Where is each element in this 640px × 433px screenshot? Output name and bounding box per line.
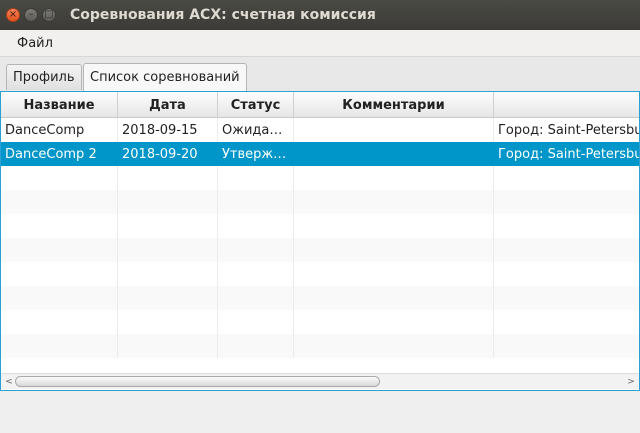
maximize-window-button[interactable]: □ — [42, 8, 56, 22]
empty-row — [1, 238, 639, 262]
cell-date: 2018-09-15 — [118, 118, 218, 142]
column-header-extra[interactable] — [494, 92, 639, 118]
scroll-left-icon[interactable]: < — [3, 376, 15, 388]
menu-bar: Файл — [0, 30, 640, 57]
minimize-window-button[interactable]: – — [24, 8, 38, 22]
empty-row — [1, 214, 639, 238]
column-header-name[interactable]: Название — [1, 92, 118, 118]
cell-date: 2018-09-20 — [118, 142, 218, 166]
tab-competitions-list[interactable]: Список соревнований — [83, 63, 247, 91]
horizontal-scrollbar[interactable]: < > — [1, 373, 639, 389]
empty-row — [1, 190, 639, 214]
table-row-selected[interactable]: DanceComp 2 2018-09-20 Утверж… Город: Sa… — [1, 142, 639, 166]
empty-row — [1, 310, 639, 334]
scrollbar-thumb[interactable] — [15, 376, 380, 387]
table-header: Название Дата Статус Комментарии — [1, 92, 639, 118]
empty-row — [1, 334, 639, 358]
cell-name: DanceComp 2 — [1, 142, 118, 166]
cell-comments — [294, 142, 494, 166]
competitions-table: Название Дата Статус Комментарии DanceCo… — [0, 91, 640, 391]
scroll-right-icon[interactable]: > — [625, 376, 637, 388]
tab-strip: Профиль Список соревнований — [0, 57, 640, 91]
column-header-comments[interactable]: Комментарии — [294, 92, 494, 118]
close-window-button[interactable]: × — [6, 8, 20, 22]
empty-row — [1, 262, 639, 286]
cell-extra: Город: Saint-Petersburg — [498, 146, 639, 162]
bottom-panel — [0, 391, 640, 433]
column-header-status[interactable]: Статус — [218, 92, 294, 118]
empty-row — [1, 166, 639, 190]
cell-status: Утверж… — [218, 142, 294, 166]
cell-extra: Город: Saint-Petersburg — [498, 122, 639, 138]
empty-row — [1, 286, 639, 310]
table-body: DanceComp 2018-09-15 Ожида… Город: Saint… — [1, 118, 639, 358]
title-bar: × – □ Соревнования АСХ: счетная комиссия — [0, 0, 640, 30]
window-title: Соревнования АСХ: счетная комиссия — [70, 7, 376, 23]
tab-profile[interactable]: Профиль — [6, 64, 82, 90]
cell-status: Ожида… — [218, 118, 294, 142]
window-controls: × – □ — [6, 8, 56, 22]
table-row[interactable]: DanceComp 2018-09-15 Ожида… Город: Saint… — [1, 118, 639, 142]
cell-name: DanceComp — [1, 118, 118, 142]
column-header-date[interactable]: Дата — [118, 92, 218, 118]
menu-file[interactable]: Файл — [0, 36, 63, 51]
cell-comments — [294, 118, 494, 142]
